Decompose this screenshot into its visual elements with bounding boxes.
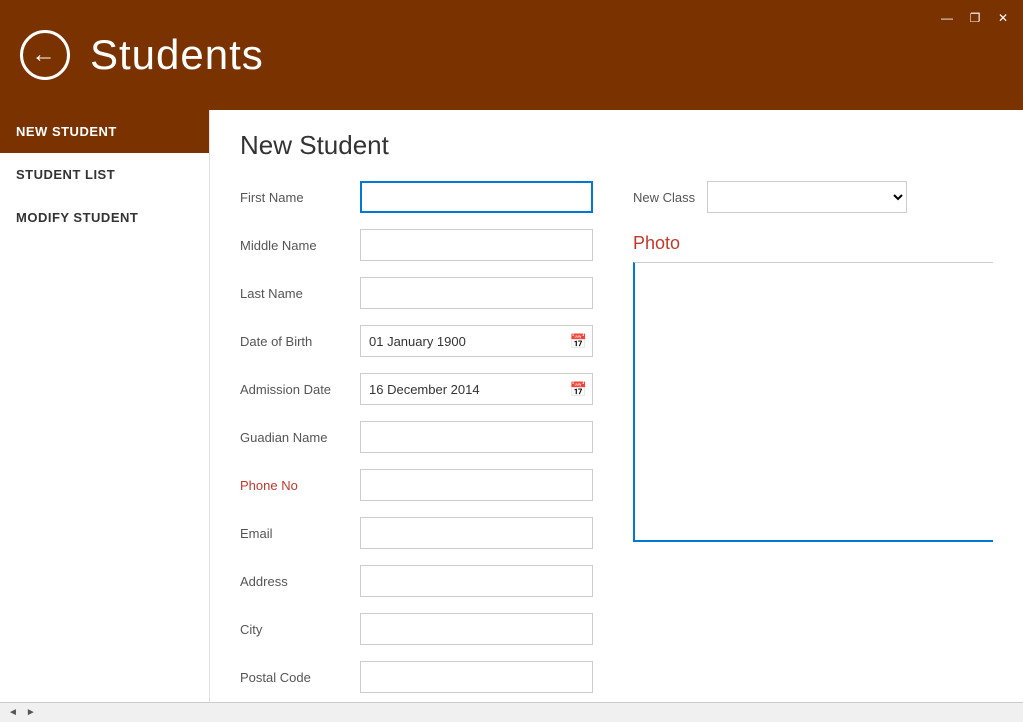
date-of-birth-wrapper: 📅 bbox=[360, 325, 593, 357]
admission-date-wrapper: 📅 bbox=[360, 373, 593, 405]
address-label: Address bbox=[240, 574, 360, 589]
sidebar-item-modify-student[interactable]: MODIFY STUDENT bbox=[0, 196, 209, 239]
sidebar-item-new-student[interactable]: NEW STUDENT bbox=[0, 110, 209, 153]
date-of-birth-label: Date of Birth bbox=[240, 334, 360, 349]
back-button[interactable]: ← bbox=[20, 30, 70, 80]
form-layout: First Name Middle Name Last Name Date of… bbox=[240, 181, 993, 702]
titlebar: — ❐ ✕ ← Students bbox=[0, 0, 1023, 110]
email-row: Email bbox=[240, 517, 593, 549]
app-title: Students bbox=[90, 31, 264, 79]
new-class-row: New Class bbox=[633, 181, 993, 213]
admission-date-input[interactable] bbox=[360, 373, 593, 405]
city-input[interactable] bbox=[360, 613, 593, 645]
date-of-birth-row: Date of Birth 📅 bbox=[240, 325, 593, 357]
bottom-bar: ◄ ► bbox=[0, 702, 1023, 722]
postal-code-label: Postal Code bbox=[240, 670, 360, 685]
last-name-input[interactable] bbox=[360, 277, 593, 309]
first-name-label: First Name bbox=[240, 190, 360, 205]
scroll-right-arrow[interactable]: ► bbox=[22, 707, 40, 718]
last-name-label: Last Name bbox=[240, 286, 360, 301]
city-row: City bbox=[240, 613, 593, 645]
form-right: New Class Photo bbox=[633, 181, 993, 702]
postal-code-input[interactable] bbox=[360, 661, 593, 693]
sidebar: NEW STUDENT STUDENT LIST MODIFY STUDENT bbox=[0, 110, 210, 702]
form-left: First Name Middle Name Last Name Date of… bbox=[240, 181, 593, 702]
window-controls: — ❐ ✕ bbox=[937, 10, 1013, 26]
guardian-name-row: Guadian Name bbox=[240, 421, 593, 453]
back-arrow-icon: ← bbox=[32, 43, 56, 67]
middle-name-row: Middle Name bbox=[240, 229, 593, 261]
middle-name-label: Middle Name bbox=[240, 238, 360, 253]
city-label: City bbox=[240, 622, 360, 637]
main-content: NEW STUDENT STUDENT LIST MODIFY STUDENT … bbox=[0, 110, 1023, 702]
new-class-label: New Class bbox=[633, 190, 695, 205]
sidebar-item-student-list[interactable]: STUDENT LIST bbox=[0, 153, 209, 196]
email-input[interactable] bbox=[360, 517, 593, 549]
page-title: New Student bbox=[240, 130, 993, 161]
address-row: Address bbox=[240, 565, 593, 597]
guardian-name-label: Guadian Name bbox=[240, 430, 360, 445]
phone-no-label: Phone No bbox=[240, 478, 360, 493]
photo-label: Photo bbox=[633, 233, 993, 254]
first-name-row: First Name bbox=[240, 181, 593, 213]
scroll-left-arrow[interactable]: ◄ bbox=[4, 707, 22, 718]
last-name-row: Last Name bbox=[240, 277, 593, 309]
phone-no-input[interactable] bbox=[360, 469, 593, 501]
middle-name-input[interactable] bbox=[360, 229, 593, 261]
date-of-birth-input[interactable] bbox=[360, 325, 593, 357]
guardian-name-input[interactable] bbox=[360, 421, 593, 453]
postal-code-row: Postal Code bbox=[240, 661, 593, 693]
email-label: Email bbox=[240, 526, 360, 541]
first-name-input[interactable] bbox=[360, 181, 593, 213]
admission-date-row: Admission Date 📅 bbox=[240, 373, 593, 405]
address-input[interactable] bbox=[360, 565, 593, 597]
content-area: New Student First Name Middle Name Last … bbox=[210, 110, 1023, 702]
phone-no-row: Phone No bbox=[240, 469, 593, 501]
restore-button[interactable]: ❐ bbox=[965, 10, 985, 26]
photo-area[interactable] bbox=[633, 262, 993, 542]
new-class-select[interactable] bbox=[707, 181, 907, 213]
admission-date-label: Admission Date bbox=[240, 382, 360, 397]
close-button[interactable]: ✕ bbox=[993, 10, 1013, 26]
minimize-button[interactable]: — bbox=[937, 10, 957, 26]
